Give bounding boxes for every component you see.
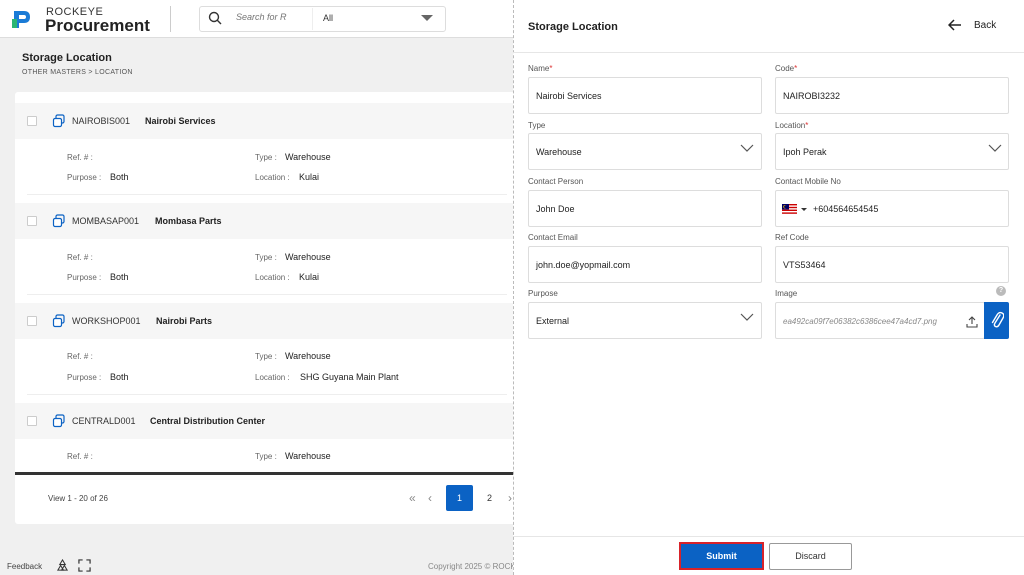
view-info: View 1 - 20 of 26 bbox=[48, 494, 108, 503]
page-title: Storage Location bbox=[22, 52, 112, 64]
first-page-icon[interactable]: « bbox=[409, 491, 416, 505]
contact-person-value: John Doe bbox=[536, 204, 575, 214]
purpose-value: Both bbox=[110, 372, 129, 382]
purpose-value: Both bbox=[110, 272, 129, 282]
prev-page-icon[interactable]: ‹ bbox=[428, 491, 432, 505]
row-checkbox[interactable] bbox=[27, 116, 37, 126]
record-name[interactable]: Central Distribution Center bbox=[150, 416, 265, 426]
copy-icon[interactable] bbox=[52, 414, 66, 428]
location-label: Location : bbox=[255, 173, 290, 182]
chevron-down-icon[interactable] bbox=[740, 144, 754, 152]
divider bbox=[27, 394, 507, 395]
paperclip-icon[interactable] bbox=[990, 310, 1004, 330]
search-icon[interactable] bbox=[208, 11, 222, 25]
location-value: Kulai bbox=[299, 172, 320, 182]
type-value: Warehouse bbox=[285, 152, 331, 162]
type-value: Warehouse bbox=[285, 351, 331, 361]
location-value: SHG Guyana Main Plant bbox=[300, 372, 399, 382]
location-label: Location : bbox=[255, 373, 290, 382]
search-filter-value: All bbox=[323, 13, 334, 23]
chevron-down-icon[interactable] bbox=[988, 144, 1002, 152]
contact-mobile-field[interactable] bbox=[775, 190, 1009, 227]
purpose-label: Purpose : bbox=[67, 173, 102, 182]
ref-code-label: Ref Code bbox=[775, 233, 809, 242]
record-code: CENTRALD001 bbox=[72, 416, 136, 426]
code-label: Code* bbox=[775, 64, 798, 73]
chevron-down-icon[interactable] bbox=[421, 15, 433, 21]
record-name[interactable]: Nairobi Parts bbox=[156, 316, 212, 326]
type-value: Warehouse bbox=[285, 252, 331, 262]
record-code: MOMBASAP001 bbox=[72, 216, 140, 226]
ref-label: Ref. # : bbox=[67, 153, 93, 162]
type-label: Type bbox=[528, 121, 546, 130]
purpose-value: External bbox=[536, 316, 570, 326]
upload-icon[interactable] bbox=[966, 316, 978, 328]
ref-code-value: VTS53464 bbox=[783, 260, 826, 270]
recycle-icon[interactable] bbox=[56, 559, 69, 572]
type-label: Type : bbox=[255, 153, 277, 162]
contact-mobile-value: +604564654545 bbox=[813, 204, 879, 214]
location-value: Ipoh Perak bbox=[783, 147, 827, 157]
submit-button[interactable]: Submit bbox=[679, 542, 764, 570]
contact-email-value: john.doe@yopmail.com bbox=[536, 260, 631, 270]
breadcrumb[interactable]: OTHER MASTERS > LOCATION bbox=[22, 69, 133, 76]
row-checkbox[interactable] bbox=[27, 416, 37, 426]
record-code: NAIROBIS001 bbox=[72, 116, 131, 126]
search-input[interactable] bbox=[236, 12, 306, 22]
location-value: Kulai bbox=[299, 272, 320, 282]
name-label: Name* bbox=[528, 64, 553, 73]
drawer-divider bbox=[513, 52, 1024, 53]
expand-icon[interactable] bbox=[78, 559, 91, 572]
image-label: Image bbox=[775, 289, 798, 298]
back-label[interactable]: Back bbox=[974, 20, 996, 31]
logo-icon bbox=[12, 11, 30, 28]
header-divider bbox=[170, 6, 171, 32]
purpose-value: Both bbox=[110, 172, 129, 182]
country-dropdown-caret[interactable] bbox=[801, 208, 807, 211]
contact-email-label: Contact Email bbox=[528, 233, 578, 242]
contact-person-label: Contact Person bbox=[528, 177, 584, 186]
row-checkbox[interactable] bbox=[27, 216, 37, 226]
back-arrow-icon[interactable] bbox=[948, 19, 962, 31]
purpose-label: Purpose : bbox=[67, 373, 102, 382]
page-1-button[interactable]: 1 bbox=[446, 485, 473, 511]
row-checkbox[interactable] bbox=[27, 316, 37, 326]
code-value: NAIROBI3232 bbox=[783, 91, 841, 101]
location-label: Location* bbox=[775, 121, 809, 130]
copyright-text: Copyright 2025 © ROCK bbox=[428, 562, 516, 571]
location-label: Location : bbox=[255, 273, 290, 282]
type-value: Warehouse bbox=[285, 451, 331, 461]
record-code: WORKSHOP001 bbox=[72, 316, 141, 326]
purpose-label: Purpose : bbox=[67, 273, 102, 282]
feedback-link[interactable]: Feedback bbox=[7, 562, 42, 571]
divider bbox=[27, 294, 507, 295]
help-icon[interactable]: ? bbox=[996, 286, 1006, 296]
type-label: Type : bbox=[255, 452, 277, 461]
record-name[interactable]: Mombasa Parts bbox=[155, 216, 222, 226]
type-label: Type : bbox=[255, 352, 277, 361]
image-filename: ea492ca09f7e06382c6386cee47a4cd7.png bbox=[783, 317, 937, 326]
type-value: Warehouse bbox=[536, 147, 582, 157]
ref-label: Ref. # : bbox=[67, 253, 93, 262]
record-name[interactable]: Nairobi Services bbox=[145, 116, 216, 126]
purpose-label: Purpose bbox=[528, 289, 558, 298]
divider bbox=[27, 194, 507, 195]
copy-icon[interactable] bbox=[52, 314, 66, 328]
brand-name: Procurement bbox=[45, 16, 150, 35]
discard-button[interactable]: Discard bbox=[769, 543, 852, 570]
page-2-button[interactable]: 2 bbox=[476, 485, 503, 511]
name-value: Nairobi Services bbox=[536, 91, 602, 101]
type-label: Type : bbox=[255, 253, 277, 262]
contact-mobile-label: Contact Mobile No bbox=[775, 177, 841, 186]
copy-icon[interactable] bbox=[52, 214, 66, 228]
chevron-down-icon[interactable] bbox=[740, 313, 754, 321]
horizontal-scrollbar[interactable] bbox=[15, 472, 515, 475]
ref-label: Ref. # : bbox=[67, 452, 93, 461]
drawer-footer-divider bbox=[513, 536, 1024, 537]
drawer-title: Storage Location bbox=[528, 21, 618, 33]
next-page-icon[interactable]: › bbox=[508, 491, 512, 505]
ref-label: Ref. # : bbox=[67, 352, 93, 361]
copy-icon[interactable] bbox=[52, 114, 66, 128]
malaysia-flag-icon[interactable] bbox=[782, 204, 797, 214]
